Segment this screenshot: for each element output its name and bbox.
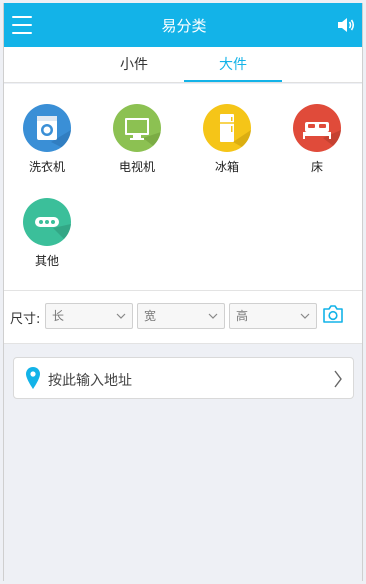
app-screen: 易分类 小件 大件 洗衣机 电视机 冰箱 床 其他 尺寸: 长 宽 高 按此输入… <box>3 3 363 581</box>
width-select[interactable]: 宽 <box>137 303 225 329</box>
address-placeholder: 按此输入地址 <box>48 373 132 389</box>
size-row: 尺寸: 长 宽 高 <box>4 290 362 344</box>
page-title: 易分类 <box>161 16 207 35</box>
tab-large-items[interactable]: 大件 <box>184 47 282 82</box>
category-washing-machine[interactable]: 洗衣机 <box>7 104 87 175</box>
category-bed[interactable]: 床 <box>277 104 357 175</box>
category-label: 其他 <box>34 254 59 268</box>
category-other[interactable]: 其他 <box>7 198 87 269</box>
chevron-down-icon <box>300 313 310 319</box>
tab-bar: 小件 大件 <box>4 47 362 83</box>
more-icon <box>23 198 71 246</box>
top-bar: 易分类 <box>4 3 362 47</box>
category-grid: 洗衣机 电视机 冰箱 床 其他 <box>4 84 362 290</box>
location-pin-icon <box>26 367 40 389</box>
category-label: 电视机 <box>118 160 155 174</box>
speaker-icon[interactable] <box>336 15 356 35</box>
width-select-value: 宽 <box>144 309 157 323</box>
washing-machine-icon <box>23 104 71 152</box>
tab-small-items[interactable]: 小件 <box>94 47 174 82</box>
chevron-down-icon <box>208 313 218 319</box>
category-tv[interactable]: 电视机 <box>97 104 177 175</box>
menu-icon[interactable] <box>12 16 32 34</box>
category-label: 冰箱 <box>214 160 239 174</box>
chevron-down-icon <box>116 313 126 319</box>
category-label: 床 <box>310 160 323 174</box>
camera-icon[interactable] <box>322 304 344 324</box>
height-select-value: 高 <box>236 309 249 323</box>
height-select[interactable]: 高 <box>229 303 317 329</box>
length-select[interactable]: 长 <box>45 303 133 329</box>
chevron-right-icon[interactable] <box>333 370 343 388</box>
fridge-icon <box>203 104 251 152</box>
size-label: 尺寸: <box>10 312 41 327</box>
category-fridge[interactable]: 冰箱 <box>187 104 267 175</box>
tv-icon <box>113 104 161 152</box>
length-select-value: 长 <box>52 309 65 323</box>
category-label: 洗衣机 <box>28 160 65 174</box>
bed-icon <box>293 104 341 152</box>
address-input[interactable]: 按此输入地址 <box>13 357 354 399</box>
